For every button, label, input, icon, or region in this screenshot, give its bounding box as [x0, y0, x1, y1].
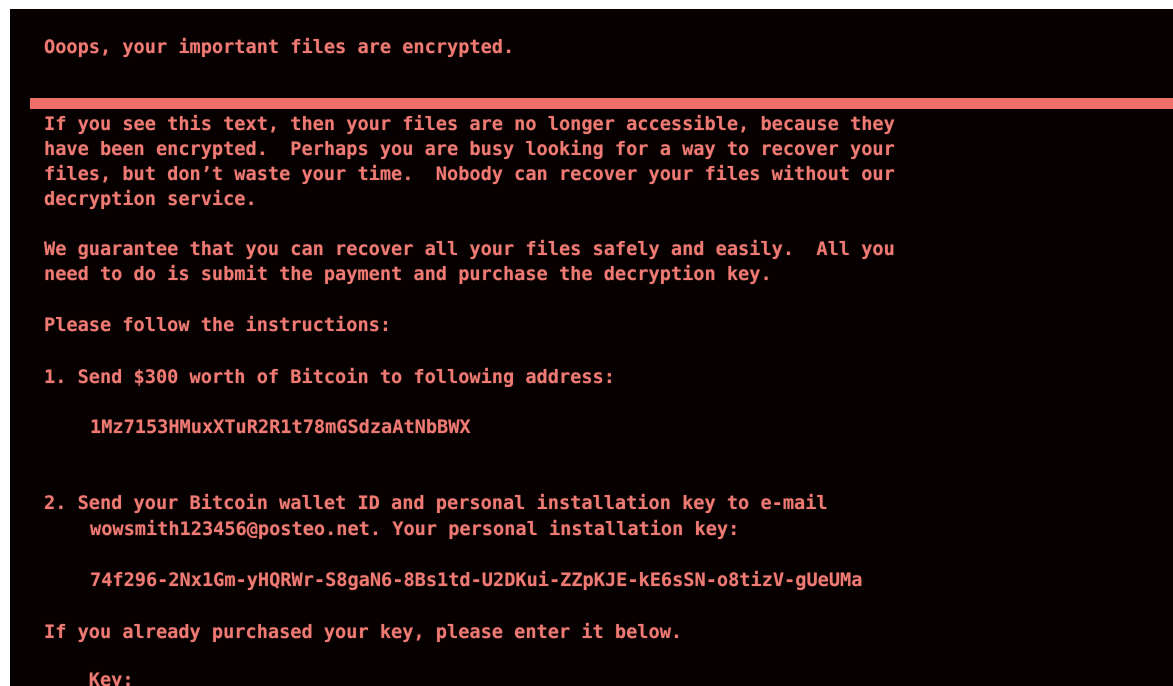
intro-line-1: If you see this text, then your files ar… — [44, 114, 895, 135]
key-entry-row[interactable]: Key: — [44, 643, 161, 686]
key-label: Key: — [88, 670, 145, 686]
instructions-heading: Please follow the instructions: — [44, 315, 392, 336]
divider-bar — [30, 98, 1173, 109]
step1-text: 1. Send $300 worth of Bitcoin to followi… — [44, 367, 615, 388]
footer-notice: If you already purchased your key, pleas… — [44, 622, 683, 643]
step2-line-2: wowsmith123456@posteo.net. Your personal… — [90, 519, 740, 540]
bitcoin-address: 1Mz7153HMuxXTuR2R1t78mGSdzaAtNbBWX — [90, 417, 471, 438]
step2-line-1: 2. Send your Bitcoin wallet ID and perso… — [44, 493, 828, 514]
ransom-screen: Ooops, your important files are encrypte… — [10, 9, 1173, 686]
installation-key: 74f296-2Nx1Gm-yHQRWr-S8gaN6-8Bs1td-U2DKu… — [90, 570, 863, 591]
intro-line-2: have been encrypted. Perhaps you are bus… — [44, 139, 895, 160]
guarantee-line-1: We guarantee that you can recover all yo… — [44, 239, 895, 260]
guarantee-line-2: need to do is submit the payment and pur… — [44, 264, 772, 285]
intro-line-4: decryption service. — [44, 189, 257, 210]
ransom-title: Ooops, your important files are encrypte… — [44, 37, 515, 58]
intro-line-3: files, but don’t waste your time. Nobody… — [44, 164, 895, 185]
